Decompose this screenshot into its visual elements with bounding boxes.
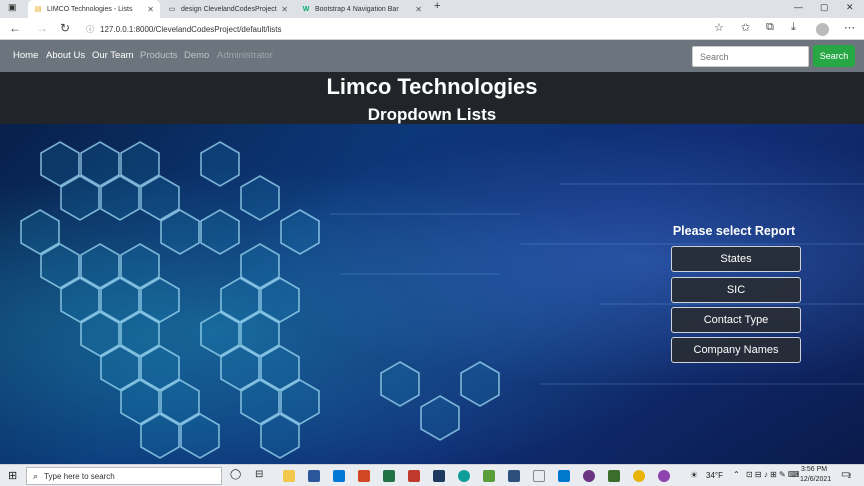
browser-toolbar: ← → ↻ ⓘ 127.0.0.1:8000/ClevelandCodesPro… bbox=[0, 18, 864, 40]
w3-icon: W bbox=[302, 5, 310, 13]
windows-start-icon[interactable]: ⊞ bbox=[8, 469, 17, 482]
app-green-icon[interactable] bbox=[483, 470, 495, 482]
favorites-icon[interactable]: ✩ bbox=[741, 21, 750, 34]
favorite-star-icon[interactable]: ☆ bbox=[714, 21, 724, 34]
vscode-icon[interactable] bbox=[558, 470, 570, 482]
weather-temperature: 34°F bbox=[706, 471, 723, 480]
report-company-names-button[interactable]: Company Names bbox=[671, 337, 801, 363]
url-text: 127.0.0.1:8000/ClevelandCodesProject/def… bbox=[100, 24, 282, 34]
app-purple-icon[interactable] bbox=[583, 470, 595, 482]
maximize-icon[interactable]: ▢ bbox=[820, 2, 829, 13]
task-view-icon[interactable]: ◯ bbox=[230, 469, 241, 480]
word-icon[interactable] bbox=[308, 470, 320, 482]
paint-icon[interactable] bbox=[533, 470, 545, 482]
nav-home[interactable]: Home bbox=[13, 50, 38, 61]
document-icon: ▭ bbox=[168, 6, 176, 13]
nav-about-us[interactable]: About Us bbox=[46, 50, 85, 61]
close-icon[interactable]: ✕ bbox=[281, 5, 288, 14]
tab-label: Bootstrap 4 Navigation Bar bbox=[315, 5, 399, 13]
clock-date[interactable]: 12/6/2021 bbox=[800, 476, 831, 483]
more-icon[interactable]: ⋯ bbox=[844, 21, 855, 34]
address-bar[interactable]: ⓘ 127.0.0.1:8000/ClevelandCodesProject/d… bbox=[86, 21, 706, 37]
page-icon: ▤ bbox=[34, 6, 42, 13]
tab-label: LIMCO Technologies - Lists bbox=[47, 5, 133, 13]
page-title: Limco Technologies bbox=[326, 74, 538, 99]
window-close-icon[interactable]: ✕ bbox=[846, 2, 854, 13]
forward-icon[interactable]: → bbox=[36, 21, 48, 35]
page-header: Limco Technologies Dropdown Lists bbox=[0, 72, 864, 124]
edge-icon[interactable] bbox=[458, 470, 470, 482]
new-tab-button[interactable]: + bbox=[434, 0, 440, 12]
notification-count: 2 bbox=[848, 474, 852, 480]
app-olive-icon[interactable] bbox=[608, 470, 620, 482]
tab-actions-icon[interactable]: ▣ bbox=[8, 2, 17, 13]
nav-administrator: Administrator bbox=[217, 50, 273, 61]
back-icon[interactable]: ← bbox=[9, 21, 21, 35]
file-explorer-icon[interactable] bbox=[283, 470, 295, 482]
profile-avatar[interactable] bbox=[816, 23, 829, 36]
download-icon[interactable]: ⤓ bbox=[791, 21, 796, 34]
tab-design-project[interactable]: ▭ design ClevelandCodesProject ✕ bbox=[162, 0, 294, 18]
collections-icon[interactable]: ⧉ bbox=[766, 21, 774, 34]
system-tray-icons[interactable]: ⊡ ⊟ ♪ ⊞ ✎ ⌨ bbox=[746, 470, 799, 479]
tab-bootstrap-navbar[interactable]: W Bootstrap 4 Navigation Bar ✕ bbox=[296, 0, 428, 18]
app-dark-icon[interactable] bbox=[433, 470, 445, 482]
search-icon: ⌕ bbox=[33, 470, 39, 481]
taskbar-search-text: Type here to search bbox=[44, 471, 115, 481]
powerpoint-icon[interactable] bbox=[358, 470, 370, 482]
app-violet-icon[interactable] bbox=[658, 470, 670, 482]
chrome-icon[interactable] bbox=[633, 470, 645, 482]
windows-taskbar: ⊞ ⌕ Type here to search ◯ ⊟ ☀ 34°F ⌃ ⊡ ⊟… bbox=[0, 464, 864, 486]
tab-limco-lists[interactable]: ▤ LIMCO Technologies - Lists ✕ bbox=[28, 0, 160, 18]
widgets-icon[interactable]: ⊟ bbox=[255, 469, 263, 480]
minimize-icon[interactable]: — bbox=[794, 2, 803, 12]
browser-tab-strip: ▣ ▤ LIMCO Technologies - Lists ✕ ▭ desig… bbox=[0, 0, 864, 18]
tab-label: design ClevelandCodesProject bbox=[181, 5, 277, 13]
report-heading: Please select Report bbox=[672, 224, 796, 238]
page-subtitle: Dropdown Lists bbox=[367, 105, 497, 124]
report-states-button[interactable]: States bbox=[671, 246, 801, 272]
refresh-icon[interactable]: ↻ bbox=[60, 21, 70, 35]
site-search-input[interactable] bbox=[692, 46, 809, 67]
nav-our-team[interactable]: Our Team bbox=[92, 50, 134, 61]
close-icon[interactable]: ✕ bbox=[147, 5, 154, 14]
info-icon[interactable]: ⓘ bbox=[86, 24, 94, 35]
close-icon[interactable]: ✕ bbox=[415, 5, 422, 14]
nav-demo[interactable]: Demo bbox=[184, 50, 209, 61]
outlook-icon[interactable] bbox=[333, 470, 345, 482]
clock-time[interactable]: 3:56 PM bbox=[801, 466, 827, 473]
app-blue-icon[interactable] bbox=[508, 470, 520, 482]
report-sic-button[interactable]: SIC bbox=[671, 277, 801, 303]
report-contact-type-button[interactable]: Contact Type bbox=[671, 307, 801, 333]
app-red-icon[interactable] bbox=[408, 470, 420, 482]
excel-icon[interactable] bbox=[383, 470, 395, 482]
nav-products[interactable]: Products bbox=[140, 50, 178, 61]
weather-icon[interactable]: ☀ bbox=[690, 470, 698, 481]
taskbar-search-box[interactable]: ⌕ Type here to search bbox=[26, 467, 222, 485]
chevron-up-icon[interactable]: ⌃ bbox=[733, 470, 740, 479]
site-search-button[interactable]: Search bbox=[813, 45, 855, 67]
